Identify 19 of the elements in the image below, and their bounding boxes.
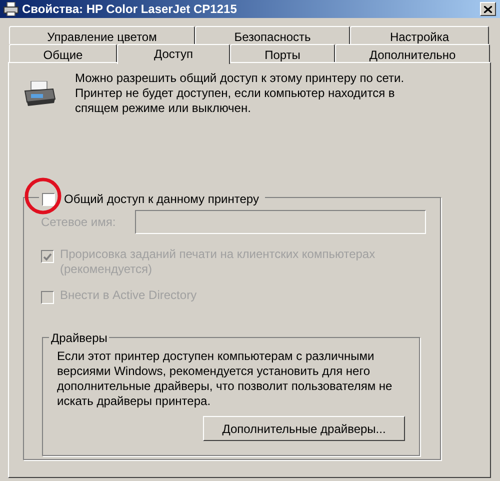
check-icon	[43, 252, 52, 260]
tab[interactable]: Порты	[230, 44, 335, 62]
share-name-field[interactable]	[135, 210, 426, 234]
tab[interactable]: Безопасность	[195, 26, 350, 44]
tab[interactable]: Доступ	[117, 44, 230, 64]
printer-icon	[3, 2, 19, 16]
additional-drivers-button[interactable]: Дополнительные драйверы...	[203, 416, 405, 441]
highlight-circle	[24, 177, 62, 215]
printer-icon	[23, 81, 57, 107]
description-text: Можно разрешить общий доступ к этому принтеру по сети. Принтер не будет доступен, если компьютер находится в спящем режиме или выключен.	[75, 71, 406, 116]
close-icon	[484, 6, 492, 12]
tab[interactable]: Дополнительно	[335, 44, 490, 62]
tab[interactable]: Управление цветом	[9, 26, 195, 44]
window-title: Свойства: HP Color LaserJet CP1215	[22, 1, 238, 18]
drivers-description-text: Если этот принтер доступен компьютерам с различными версиями Windows, рекомендуется установить для него дополнительные драйверы, что позволит пользователям не искать драйверы принтера.	[57, 349, 394, 409]
tab[interactable]: Настройка	[350, 26, 489, 44]
close-button[interactable]	[480, 2, 496, 16]
share-checkbox[interactable]: Общий доступ к данному принтеру	[39, 190, 265, 208]
tab[interactable]: Общие	[9, 44, 117, 62]
